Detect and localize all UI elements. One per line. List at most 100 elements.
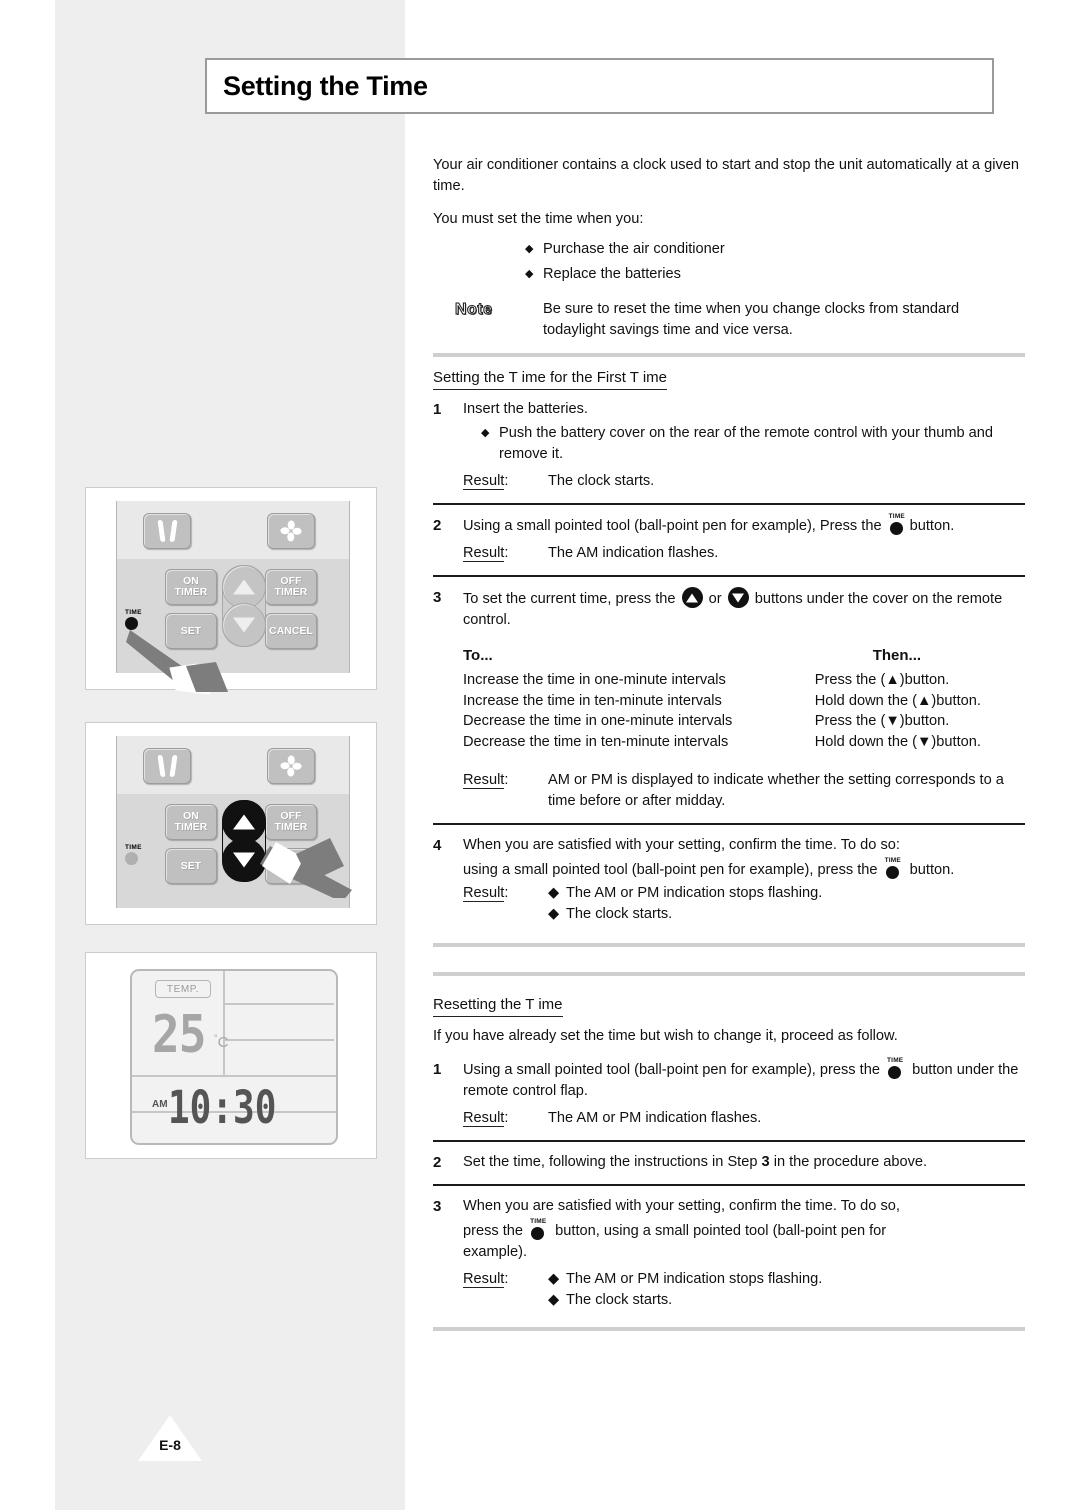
set-button: SET: [165, 613, 217, 649]
step-3-line3: example).: [463, 1244, 528, 1260]
result-label: Result:: [463, 772, 509, 789]
cell-then: Hold down the (▲)button.: [814, 692, 981, 709]
off-timer-button: OFF TIMER: [265, 569, 317, 605]
on-timer-button: ON TIMER: [165, 569, 217, 605]
step-number: 1: [433, 1061, 442, 1078]
time-button-icon: TIME: [887, 513, 909, 536]
time-pinhole-label: TIME: [125, 609, 142, 616]
figure-lcd-display: TEMP. 25 °C AM 10:30: [85, 952, 377, 1159]
time-pinhole-label: TIME: [125, 844, 142, 851]
section-first-time: Setting the T ime for the First T ime 1 …: [433, 367, 1025, 947]
bullet-text: The AM or PM indication stops flashing.: [566, 1271, 823, 1287]
step-1: 1 Using a small pointed tool (ball-point…: [433, 1057, 1025, 1102]
step-text-before: To set the current time, press the: [463, 591, 676, 607]
divider-gray: [433, 972, 1025, 976]
set-label: SET: [180, 624, 202, 637]
table-header-row: To... Then...: [463, 645, 1025, 670]
result-bullets: ◆ The AM or PM indication stops flashing…: [548, 883, 1025, 925]
time-pinhole: TIME: [125, 609, 142, 630]
bullet-text: Push the battery cover on the rear of th…: [499, 425, 994, 462]
swing-button: [143, 513, 191, 549]
result-row: Result: ◆ The AM or PM indication stops …: [463, 883, 1025, 925]
divider-black: [433, 1140, 1025, 1142]
result-label: Result:: [463, 545, 509, 562]
lcd-divider-vertical: [223, 971, 225, 1075]
bullet-text: The clock starts.: [566, 1292, 673, 1308]
down-arrow-button: [222, 603, 266, 647]
note-callout: Note Be sure to reset the time when you …: [433, 299, 1025, 341]
table-row: Increase the time in one-minute interval…: [463, 670, 1025, 691]
remote-control-panel: ON TIMER OFF TIMER SET CANCEL TIME: [116, 501, 350, 673]
remote-control-panel: ON TIMER OFF TIMER SET CANCEL TIME: [116, 736, 350, 908]
temperature-value: 25: [152, 1004, 206, 1065]
fan-icon: [280, 755, 302, 777]
on-timer-label: ON TIMER: [174, 810, 208, 833]
step-text: Insert the batteries.: [463, 401, 588, 417]
cell-to: Increase the time in ten-minute interval…: [463, 692, 722, 709]
result-label: Result:: [463, 1271, 509, 1288]
intro-section: Your air conditioner contains a clock us…: [433, 155, 1025, 957]
time-pinhole-dot: [125, 852, 138, 865]
step-4-line2: using a small pointed tool (ball-point p…: [463, 857, 1025, 881]
time-button-icon: TIME: [883, 857, 905, 880]
temp-label: TEMP.: [155, 980, 211, 998]
result-text: The AM indication flashes.: [548, 545, 719, 561]
fan-speed-button: [267, 513, 315, 549]
result-bullets: ◆ The AM or PM indication stops flashing…: [548, 1269, 1025, 1311]
list-item: ◆ The clock starts.: [548, 1290, 1025, 1311]
divider-black: [433, 823, 1025, 825]
cell-then: Hold down the (▼)button.: [814, 733, 981, 750]
column-header-to: To...: [463, 647, 493, 664]
divider-gray: [433, 353, 1025, 357]
page-title-box: Setting the Time: [205, 58, 994, 114]
step-text-before: Using a small pointed tool (ball-point p…: [463, 1062, 880, 1078]
swing-icon: [159, 520, 176, 542]
divider-gray: [433, 943, 1025, 947]
cell-then: Press the (▲)button.: [814, 672, 950, 688]
cell-to: Decrease the time in one-minute interval…: [463, 713, 733, 729]
step-number: 3: [433, 1198, 442, 1215]
off-timer-label: OFF TIMER: [274, 810, 308, 833]
result-text: AM or PM is displayed to indicate whethe…: [548, 772, 1004, 809]
cancel-label: CANCEL: [269, 859, 313, 872]
cell-to: Decrease the time in ten-minute interval…: [463, 733, 729, 750]
down-arrow-icon: [727, 587, 749, 608]
step-text-before: press the: [463, 1223, 524, 1239]
swing-icon: [159, 755, 176, 777]
diamond-bullet-icon: ◆: [525, 243, 534, 255]
step-text-before: Using a small pointed tool (ball-point p…: [463, 518, 882, 534]
step-3: 3 To set the current time, press the or …: [433, 587, 1025, 631]
step-4: 4 When you are satisfied with your setti…: [433, 835, 1025, 856]
step-text: Using a small pointed tool (ball-point p…: [463, 1057, 1025, 1102]
set-label: SET: [180, 859, 202, 872]
result-row: Result: The AM or PM indication flashes.: [463, 1108, 1025, 1129]
bullet-text: Replace the batteries: [543, 266, 681, 282]
resetting-intro: If you have already set the time but wis…: [433, 1028, 898, 1044]
result-row: Result: The AM indication flashes.: [463, 543, 1025, 564]
table-row: Increase the time in ten-minute interval…: [463, 691, 1025, 712]
diamond-bullet-icon: ◆: [548, 885, 560, 901]
section-resetting: Resetting the T ime If you have already …: [433, 972, 1025, 1341]
step-text-a: Set the time, following the instructions…: [463, 1154, 758, 1170]
temperature-unit: °C: [214, 1033, 229, 1051]
up-arrow-icon: [681, 587, 703, 608]
step-text: When you are satisfied with your setting…: [463, 1196, 1025, 1217]
step-text: To set the current time, press the or bu…: [463, 587, 1025, 631]
page-number: E-8: [159, 1437, 181, 1453]
time-button-icon: TIME: [885, 1057, 907, 1080]
result-row: Result: AM or PM is displayed to indicat…: [463, 770, 1025, 812]
page-number-marker: E-8: [138, 1415, 202, 1461]
diamond-bullet-icon: ◆: [548, 1292, 560, 1308]
cancel-label: CANCEL: [269, 624, 313, 637]
time-pinhole: TIME: [125, 844, 142, 865]
cancel-button: CANCEL: [265, 613, 317, 649]
step-number: 3: [433, 589, 442, 606]
result-row: Result: The clock starts.: [463, 471, 1025, 492]
step-text-line1: When you are satisfied with your setting…: [463, 837, 900, 853]
step-text: Set the time, following the instructions…: [463, 1152, 1025, 1173]
to-then-table: To... Then... Increase the time in one-m…: [463, 645, 1025, 752]
cancel-button: CANCEL: [265, 848, 317, 884]
step-3-line2: press the TIME button, using a small poi…: [463, 1218, 1025, 1242]
list-item: ◆ The AM or PM indication stops flashing…: [548, 1269, 1025, 1290]
down-arrow-button-highlighted: [222, 838, 266, 882]
